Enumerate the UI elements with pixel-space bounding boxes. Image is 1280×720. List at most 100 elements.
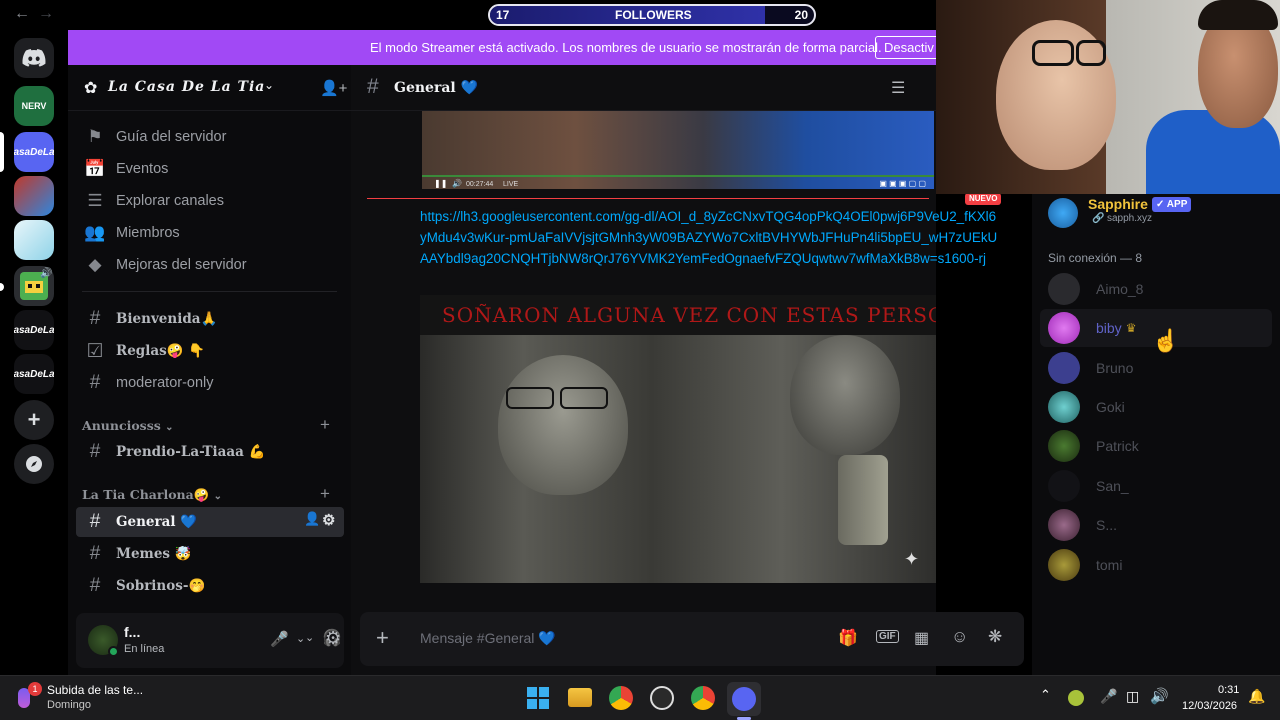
sapphire-avatar[interactable]	[1048, 198, 1078, 228]
member-goki[interactable]: Goki	[1040, 388, 1272, 426]
invite-people-icon[interactable]: 👤+	[320, 79, 347, 97]
user-status: En línea	[124, 643, 165, 655]
browse-channels-icon: ☰	[87, 191, 103, 210]
tray-app-icon[interactable]	[1068, 690, 1084, 706]
guild-la-casa-alt-1[interactable]: asaDeLa	[14, 310, 54, 350]
pause-icon[interactable]: ❚❚	[434, 179, 447, 188]
member-s[interactable]: S...	[1040, 506, 1272, 544]
hash-icon: #	[89, 441, 101, 462]
windows-start-icon[interactable]	[527, 687, 549, 709]
notification-badge: 1	[28, 682, 42, 696]
back-arrow-icon[interactable]: ←	[14, 5, 30, 23]
notification-app[interactable]: 1	[14, 682, 42, 712]
menu-events[interactable]: 📅 Eventos	[76, 154, 344, 184]
image-attachment[interactable]: SOÑARON ALGUNA VEZ CON ESTAS PERSONAS? ✦	[420, 295, 936, 583]
user-settings-gear-icon[interactable]: ⚙	[325, 628, 341, 649]
microphone-tray-icon[interactable]: 🎤	[1100, 688, 1117, 705]
channel-general[interactable]: # General 💙 👤 ⚙	[76, 507, 344, 537]
webcam-glasses-right	[1076, 40, 1106, 66]
channel-moderator-only[interactable]: # moderator-only	[76, 368, 344, 398]
apps-icon[interactable]: ❋	[988, 627, 1002, 647]
message-composer[interactable]: + Mensaje #General 💙 🎁 GIF ▦ ☺ ❋	[360, 612, 1024, 666]
guild-nerv[interactable]: NERV	[14, 86, 54, 126]
add-server-icon[interactable]: +	[14, 400, 54, 440]
guild-la-casa-alt-2[interactable]: asaDeLa	[14, 354, 54, 394]
member-tomi[interactable]: tomi	[1040, 546, 1272, 584]
crown-icon: ♛	[1125, 321, 1137, 335]
threads-icon[interactable]: ☰	[891, 78, 905, 98]
member-bruno[interactable]: Bruno	[1040, 349, 1272, 387]
microphone-icon[interactable]: 🎤	[270, 630, 289, 648]
members-icon: 👥	[84, 223, 106, 242]
menu-members[interactable]: 👥 Miembros	[76, 218, 344, 248]
network-icon[interactable]: ◫	[1126, 688, 1139, 705]
discord-taskbar-button[interactable]	[727, 682, 761, 716]
add-channel-icon[interactable]: +	[320, 415, 330, 435]
menu-browse-channels[interactable]: ☰ Explorar canales	[76, 186, 344, 216]
notification-title[interactable]: Subida de las te...	[47, 683, 143, 697]
obs-icon[interactable]	[650, 686, 674, 710]
chevron-down-icon[interactable]: ⌄	[305, 631, 314, 644]
channel-sobrinos[interactable]: # Sobrinos-🤭	[76, 571, 344, 601]
sticker-icon[interactable]: ▦	[914, 628, 929, 648]
clock-date[interactable]: 12/03/2026	[1182, 700, 1237, 712]
rules-icon: ☑	[86, 340, 104, 362]
message-link[interactable]: https://lh3.googleusercontent.com/gg-dl/…	[420, 206, 1000, 269]
calendar-icon: 📅	[84, 159, 106, 178]
channel-bienvenida[interactable]: # Bienvenida🙏	[76, 304, 344, 334]
hash-icon: #	[89, 511, 101, 532]
guild-la-casa-de-la-tia[interactable]: asaDeLa	[14, 132, 54, 172]
channel-reglas[interactable]: ☑ Reglas🤪 👇	[76, 336, 344, 366]
followers-label: FOLLOWERS	[615, 8, 692, 22]
volume-tray-icon[interactable]: 🔊	[1150, 687, 1169, 705]
glasses-right	[560, 387, 608, 409]
banner-text: El modo Streamer está activado. Los nomb…	[370, 40, 882, 55]
online-status-dot	[108, 646, 119, 657]
server-header[interactable]: ✿ La Casa De La Tia ⌄ 👤+	[68, 65, 351, 111]
discord-home-icon[interactable]	[14, 38, 54, 78]
member-list: Sapphire ✓ APP 🔗 sapph.xyz Sin conexión …	[1032, 194, 1280, 675]
menu-server-guide[interactable]: ⚑ Guía del servidor	[76, 122, 344, 152]
forward-arrow-icon[interactable]: →	[38, 5, 54, 23]
gif-icon[interactable]: GIF	[876, 630, 899, 643]
member-aimo[interactable]: Aimo_8	[1040, 270, 1272, 308]
chevron-up-icon[interactable]: ⌃	[1040, 687, 1051, 703]
guild-icon-4[interactable]	[14, 220, 54, 260]
message-input[interactable]: Mensaje #General 💙	[420, 630, 556, 647]
notifications-bell-icon[interactable]: 🔔	[1248, 688, 1265, 705]
member-san[interactable]: San_	[1040, 467, 1272, 505]
video-embed[interactable]: ❚❚ 🔊 00:27:44 LIVE ▣ ▣ ▣ ▢ ▢	[422, 111, 934, 189]
channel-prendio-la-tiaaa[interactable]: # Prendio-La-Tiaaa 💪	[76, 437, 344, 467]
server-badge-icon: ✿	[84, 80, 98, 97]
menu-server-boosts[interactable]: ◆ Mejoras del servidor	[76, 250, 344, 280]
chrome-icon[interactable]	[609, 686, 633, 710]
avatar	[1048, 352, 1080, 384]
channel-memes[interactable]: # Memes 🤯	[76, 539, 344, 569]
sapphire-name[interactable]: Sapphire	[1088, 196, 1148, 212]
guild-selected-pill	[0, 132, 4, 172]
avatar	[1048, 273, 1080, 305]
volume-icon[interactable]: 🔊	[452, 179, 462, 188]
file-explorer-icon[interactable]	[568, 688, 592, 707]
clock-time[interactable]: 0:31	[1218, 684, 1239, 696]
guild-icon-3[interactable]	[14, 176, 54, 216]
discover-icon[interactable]	[14, 444, 54, 484]
add-channel-icon[interactable]: +	[320, 484, 330, 504]
emoji-icon[interactable]: ☺	[951, 627, 968, 647]
category-anunciosss[interactable]: Anunciosss ⌄	[82, 418, 174, 433]
add-attachment-icon[interactable]: +	[376, 625, 389, 651]
category-la-tia-charlona[interactable]: La Tia Charlona🤪 ⌄	[82, 487, 222, 503]
disable-streamer-mode-button[interactable]: Desactiv	[875, 36, 943, 59]
chat-header: # General 💙 ☰	[351, 65, 936, 111]
fullscreen-icon[interactable]: ▣ ▣ ▣ ▢ ▢	[879, 179, 926, 188]
new-badge: NUEVO	[965, 193, 1002, 205]
create-invite-icon[interactable]: 👤	[304, 512, 320, 527]
video-progress-bar[interactable]	[422, 175, 934, 177]
chevron-down-icon[interactable]: ⌄	[296, 632, 305, 645]
gift-icon[interactable]: 🎁	[838, 628, 858, 648]
member-patrick[interactable]: Patrick	[1040, 427, 1272, 465]
gear-icon[interactable]: ⚙	[322, 511, 335, 529]
avatar	[1048, 509, 1080, 541]
chrome-icon[interactable]	[691, 686, 715, 710]
link-icon: 🔗	[1092, 213, 1105, 224]
